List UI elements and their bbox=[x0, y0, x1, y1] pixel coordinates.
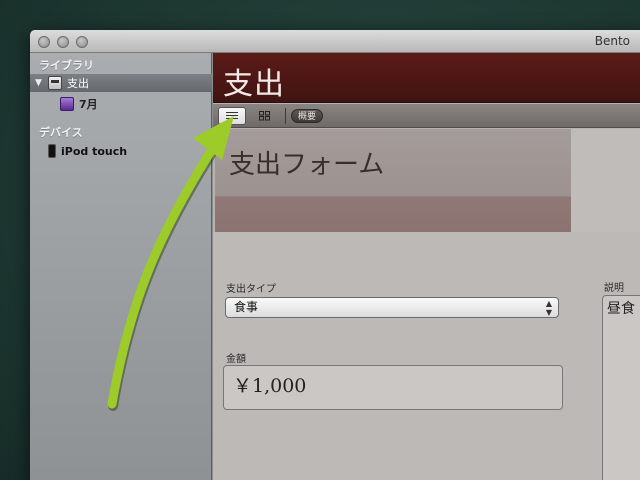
grid-icon bbox=[258, 111, 270, 121]
form-view-button[interactable] bbox=[218, 107, 246, 125]
disclosure-triangle-icon[interactable]: ▼ bbox=[35, 78, 44, 88]
cash-register-icon bbox=[48, 76, 62, 90]
page-title: 支出 bbox=[223, 67, 285, 102]
main-pane: 支出 概要 支出フォーム 支出タイプ 食事 ▲ ▼ 金額 ￥1,000 説明 昼… bbox=[213, 53, 640, 480]
expense-type-label: 支出タイプ bbox=[226, 284, 276, 295]
bento-window: Bento ライブラリ ▼ 支出 7月 デバイス iPod touch 支出 概… bbox=[30, 30, 640, 480]
sidebar-item-label: iPod touch bbox=[61, 144, 128, 158]
sidebar-item-ipod-touch[interactable]: iPod touch bbox=[30, 142, 212, 160]
zoom-window-button[interactable] bbox=[76, 36, 88, 48]
devices-header: デバイス bbox=[39, 126, 83, 139]
ipod-icon bbox=[48, 144, 56, 158]
sidebar-item-expenses[interactable]: ▼ 支出 bbox=[30, 74, 212, 92]
form-title: 支出フォーム bbox=[229, 150, 385, 180]
description-field[interactable]: 昼食 bbox=[602, 295, 640, 480]
close-window-button[interactable] bbox=[38, 36, 50, 48]
sidebar-item-label: 支出 bbox=[67, 77, 89, 90]
sidebar: ライブラリ ▼ 支出 7月 デバイス iPod touch bbox=[30, 53, 212, 480]
table-view-button[interactable] bbox=[250, 107, 278, 125]
form-banner-background bbox=[571, 129, 640, 232]
view-toolbar: 概要 bbox=[213, 104, 640, 128]
summary-button[interactable]: 概要 bbox=[291, 109, 324, 123]
amount-label: 金額 bbox=[226, 354, 246, 365]
smart-collection-icon bbox=[60, 97, 74, 111]
form-body bbox=[213, 232, 640, 480]
amount-field[interactable]: ￥1,000 bbox=[223, 365, 563, 410]
library-header: ライブラリ bbox=[39, 59, 94, 72]
toolbar-divider bbox=[285, 108, 286, 124]
form-banner: 支出フォーム bbox=[215, 129, 571, 232]
updown-chevron-icon: ▲ ▼ bbox=[545, 299, 552, 317]
title-bar: Bento bbox=[30, 30, 640, 53]
sidebar-item-july[interactable]: 7月 bbox=[30, 95, 212, 113]
library-header-bar: 支出 bbox=[213, 53, 640, 103]
minimize-window-button[interactable] bbox=[57, 36, 69, 48]
expense-type-value: 食事 bbox=[234, 300, 259, 314]
window-title: Bento bbox=[594, 34, 630, 48]
sidebar-item-label: 7月 bbox=[79, 98, 98, 111]
expense-type-select[interactable]: 食事 ▲ ▼ bbox=[225, 297, 559, 318]
list-lines-icon bbox=[226, 112, 238, 119]
description-label: 説明 bbox=[604, 283, 624, 294]
